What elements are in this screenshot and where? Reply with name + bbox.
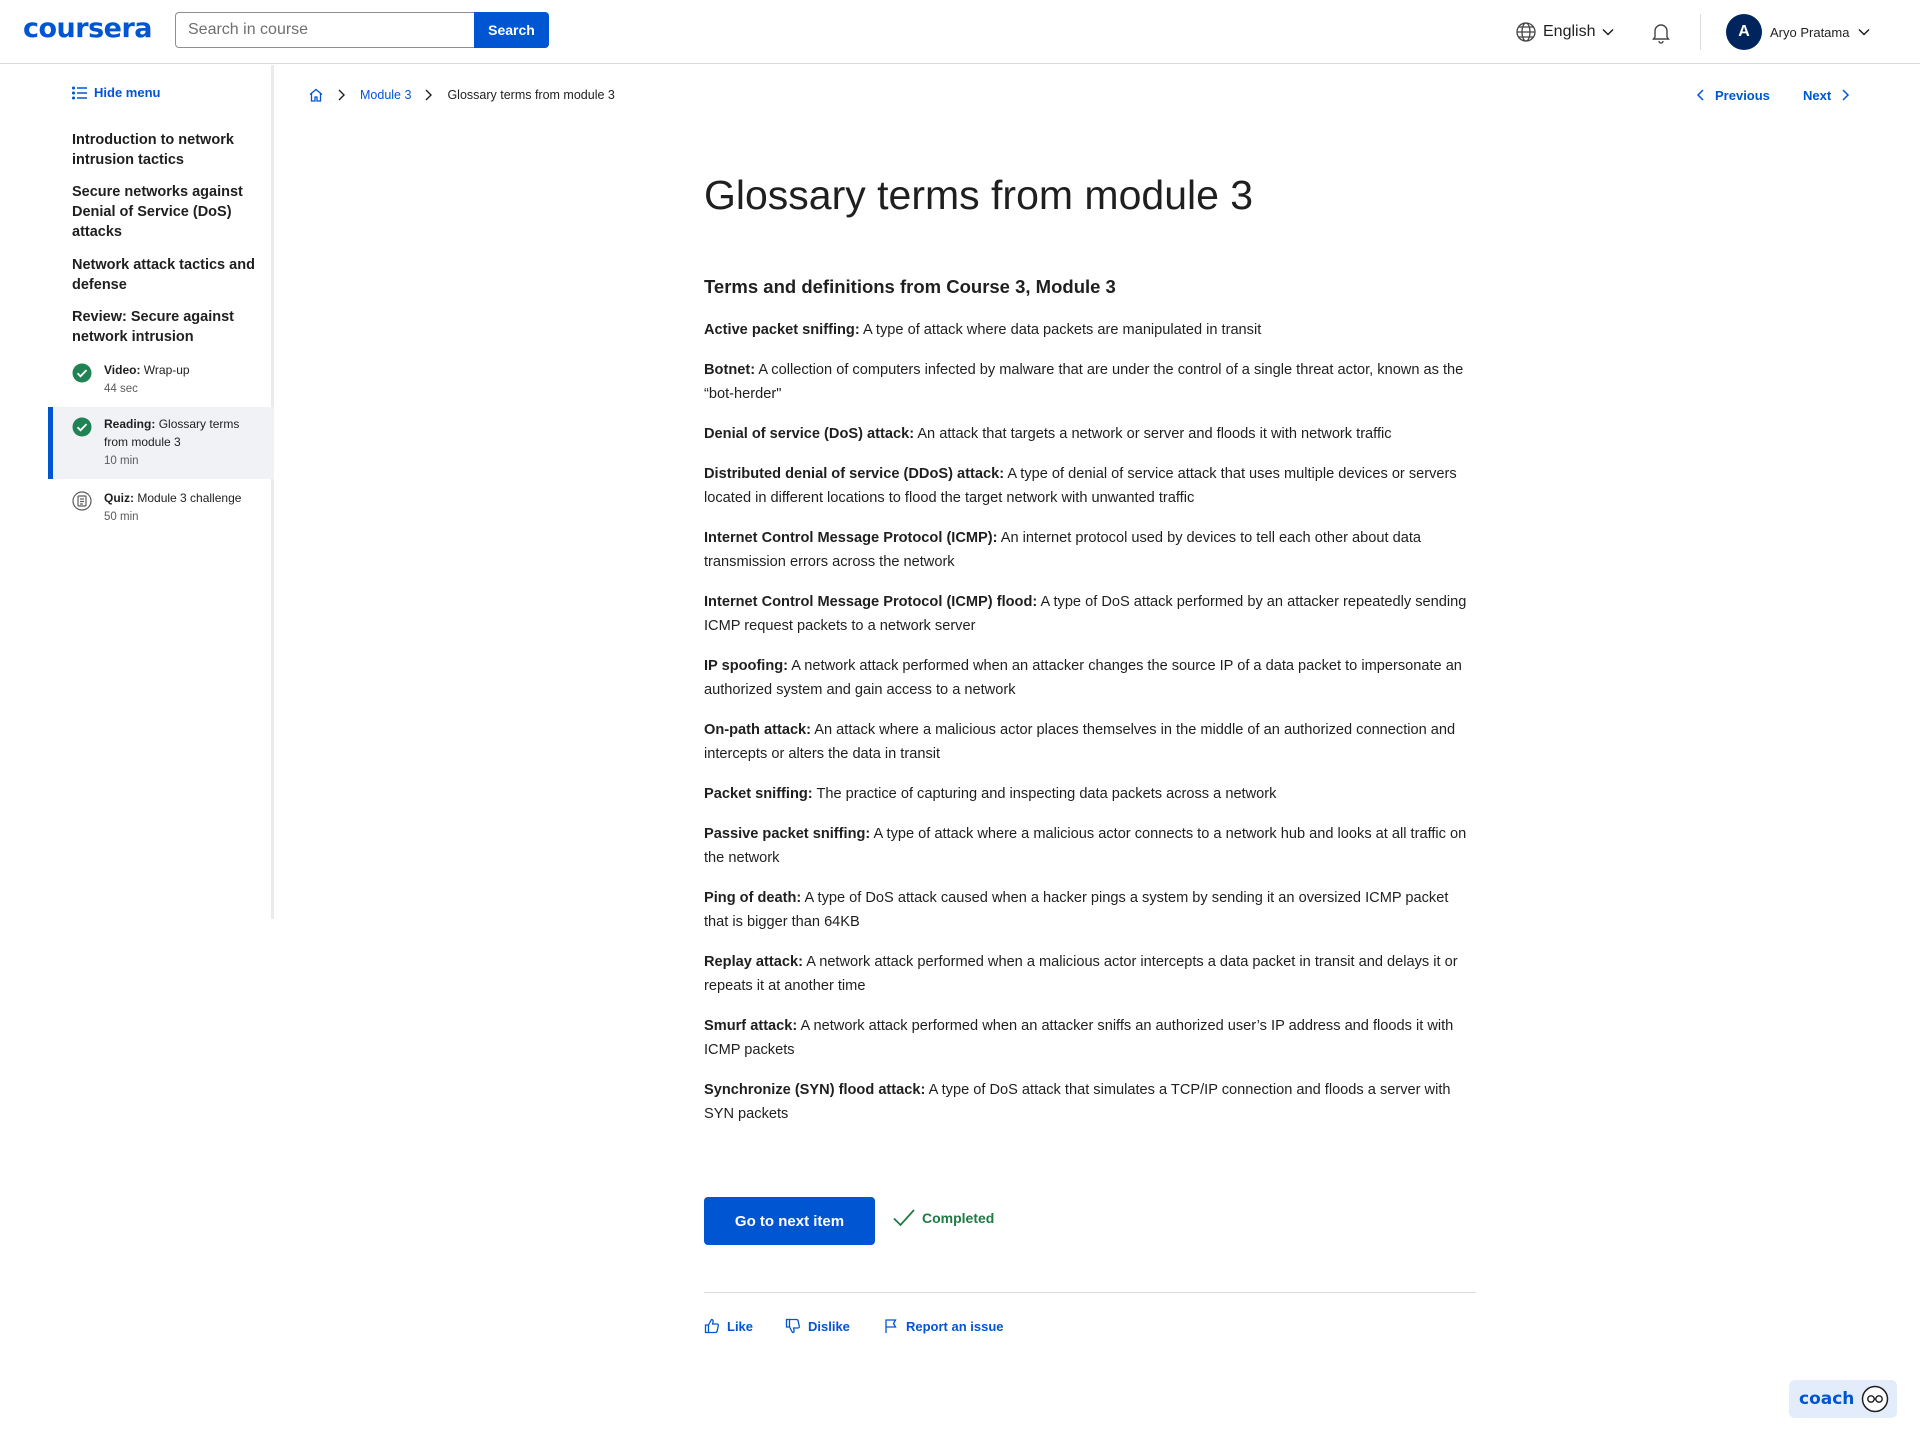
term-definition: An attack that targets a network or serv… — [917, 426, 1392, 442]
glossary-term: IP spoofing: A network attack performed … — [704, 654, 1476, 702]
chevron-left-icon — [1696, 89, 1704, 101]
term-name: Denial of service (DoS) attack: — [704, 426, 915, 442]
search-input[interactable] — [175, 12, 475, 48]
chevron-right-icon — [420, 88, 438, 102]
term-definition: A type of DoS attack caused when a hacke… — [704, 890, 1449, 930]
breadcrumb-current: Glossary terms from module 3 — [447, 88, 615, 102]
coach-label: coach — [1799, 1389, 1855, 1409]
hide-menu-button[interactable]: Hide menu — [72, 85, 160, 100]
sidebar-item-text: Video: Wrap-up 44 sec — [104, 361, 264, 398]
top-header: coursera Search English A Aryo Pratama — [0, 0, 1920, 64]
check-circle-icon — [72, 363, 92, 383]
term-name: Replay attack: — [704, 954, 803, 970]
glossary-term: Distributed denial of service (DDoS) att… — [704, 462, 1476, 510]
term-name: IP spoofing: — [704, 658, 789, 674]
chevron-down-icon — [1602, 28, 1615, 36]
breadcrumb-module-link[interactable]: Module 3 — [360, 88, 411, 102]
glossary-term: Botnet: A collection of computers infect… — [704, 358, 1476, 406]
thumbs-up-icon — [704, 1318, 719, 1334]
term-definition: A network attack performed when a malici… — [704, 954, 1458, 994]
glossary-term: Packet sniffing: The practice of capturi… — [704, 782, 1476, 806]
glossary-term: Synchronize (SYN) flood attack: A type o… — [704, 1078, 1476, 1126]
like-button[interactable]: Like — [704, 1318, 753, 1334]
sidebar-item-quiz-challenge[interactable]: Quiz: Module 3 challenge 50 min — [48, 481, 274, 533]
flag-icon — [885, 1319, 897, 1333]
term-name: Distributed denial of service (DDoS) att… — [704, 466, 1005, 482]
coursera-logo[interactable]: coursera — [23, 13, 153, 44]
sidebar-item-text: Reading: Glossary terms from module 3 10… — [104, 415, 264, 470]
notifications-bell-icon[interactable] — [1649, 20, 1673, 44]
term-name: Internet Control Message Protocol (ICMP)… — [704, 530, 998, 546]
sidebar-item-video-wrapup[interactable]: Video: Wrap-up 44 sec — [48, 353, 274, 405]
report-issue-button[interactable]: Report an issue — [883, 1318, 1004, 1334]
term-definition: A network attack performed when an attac… — [704, 1018, 1454, 1058]
sidebar-item-reading-glossary[interactable]: Reading: Glossary terms from module 3 10… — [48, 407, 274, 479]
chevron-right-icon — [1842, 89, 1850, 101]
item-duration: 50 min — [104, 511, 139, 523]
home-icon[interactable] — [308, 87, 324, 103]
glossary-term: Ping of death: A type of DoS attack caus… — [704, 886, 1476, 934]
previous-button[interactable]: Previous — [1695, 86, 1770, 104]
user-name: Aryo Pratama — [1770, 24, 1850, 40]
divider — [704, 1292, 1476, 1293]
checkmark-icon — [893, 1209, 915, 1227]
dislike-button[interactable]: Dislike — [785, 1318, 850, 1334]
term-name: Smurf attack: — [704, 1018, 798, 1034]
completed-status: Completed — [892, 1208, 994, 1228]
search-button[interactable]: Search — [474, 12, 549, 48]
term-name: Internet Control Message Protocol (ICMP)… — [704, 594, 1038, 610]
term-name: Passive packet sniffing: — [704, 826, 871, 842]
glossary-term: Internet Control Message Protocol (ICMP)… — [704, 526, 1476, 574]
term-definition: A type of attack where data packets are … — [862, 322, 1262, 338]
glossary-list: Active packet sniffing: A type of attack… — [704, 318, 1476, 1142]
sidebar-section-review[interactable]: Review: Secure against network intrusion — [72, 307, 262, 347]
section-title: Terms and definitions from Course 3, Mod… — [704, 276, 1116, 297]
term-definition: A collection of computers infected by ma… — [704, 362, 1464, 402]
header-divider — [1700, 14, 1701, 50]
hide-menu-label: Hide menu — [94, 85, 161, 100]
sidebar-section-dos[interactable]: Secure networks against Denial of Servic… — [72, 182, 262, 242]
chevron-right-icon — [333, 88, 351, 102]
breadcrumb: Module 3 Glossary terms from module 3 — [308, 86, 615, 104]
quiz-icon — [72, 491, 92, 511]
page-title: Glossary terms from module 3 — [704, 172, 1254, 218]
user-menu[interactable]: A Aryo Pratama — [1726, 14, 1871, 50]
term-name: Synchronize (SYN) flood attack: — [704, 1082, 926, 1098]
term-definition: An attack where a malicious actor places… — [704, 722, 1456, 762]
globe-icon — [1516, 22, 1536, 42]
term-name: On-path attack: — [704, 722, 812, 738]
sidebar-section-intro[interactable]: Introduction to network intrusion tactic… — [72, 130, 262, 170]
avatar: A — [1726, 14, 1762, 50]
glossary-term: Denial of service (DoS) attack: An attac… — [704, 422, 1476, 446]
glossary-term: Replay attack: A network attack performe… — [704, 950, 1476, 998]
check-circle-icon — [72, 417, 92, 437]
glossary-term: Active packet sniffing: A type of attack… — [704, 318, 1476, 342]
glossary-term: Passive packet sniffing: A type of attac… — [704, 822, 1476, 870]
glossary-term: Smurf attack: A network attack performed… — [704, 1014, 1476, 1062]
term-name: Packet sniffing: — [704, 786, 813, 802]
coach-icon — [1861, 1385, 1889, 1413]
term-name: Active packet sniffing: — [704, 322, 860, 338]
term-name: Botnet: — [704, 362, 756, 378]
item-duration: 10 min — [104, 455, 139, 467]
item-duration: 44 sec — [104, 383, 138, 395]
sidebar-item-text: Quiz: Module 3 challenge 50 min — [104, 489, 264, 526]
language-selector[interactable]: English — [1515, 20, 1615, 44]
glossary-term: On-path attack: An attack where a malici… — [704, 718, 1476, 766]
coach-button[interactable]: coach — [1789, 1380, 1897, 1418]
sidebar-section-tactics[interactable]: Network attack tactics and defense — [72, 255, 262, 295]
term-name: Ping of death: — [704, 890, 802, 906]
course-sidebar: Hide menu Introduction to network intrus… — [0, 65, 274, 919]
chevron-down-icon — [1858, 28, 1871, 36]
glossary-term: Internet Control Message Protocol (ICMP)… — [704, 590, 1476, 638]
list-icon — [72, 85, 87, 100]
next-button[interactable]: Next — [1803, 86, 1851, 104]
term-definition: A network attack performed when an attac… — [704, 658, 1462, 698]
term-definition: The practice of capturing and inspecting… — [816, 786, 1277, 802]
language-label: English — [1543, 23, 1596, 40]
go-to-next-item-button[interactable]: Go to next item — [704, 1197, 875, 1245]
thumbs-down-icon — [785, 1318, 800, 1334]
